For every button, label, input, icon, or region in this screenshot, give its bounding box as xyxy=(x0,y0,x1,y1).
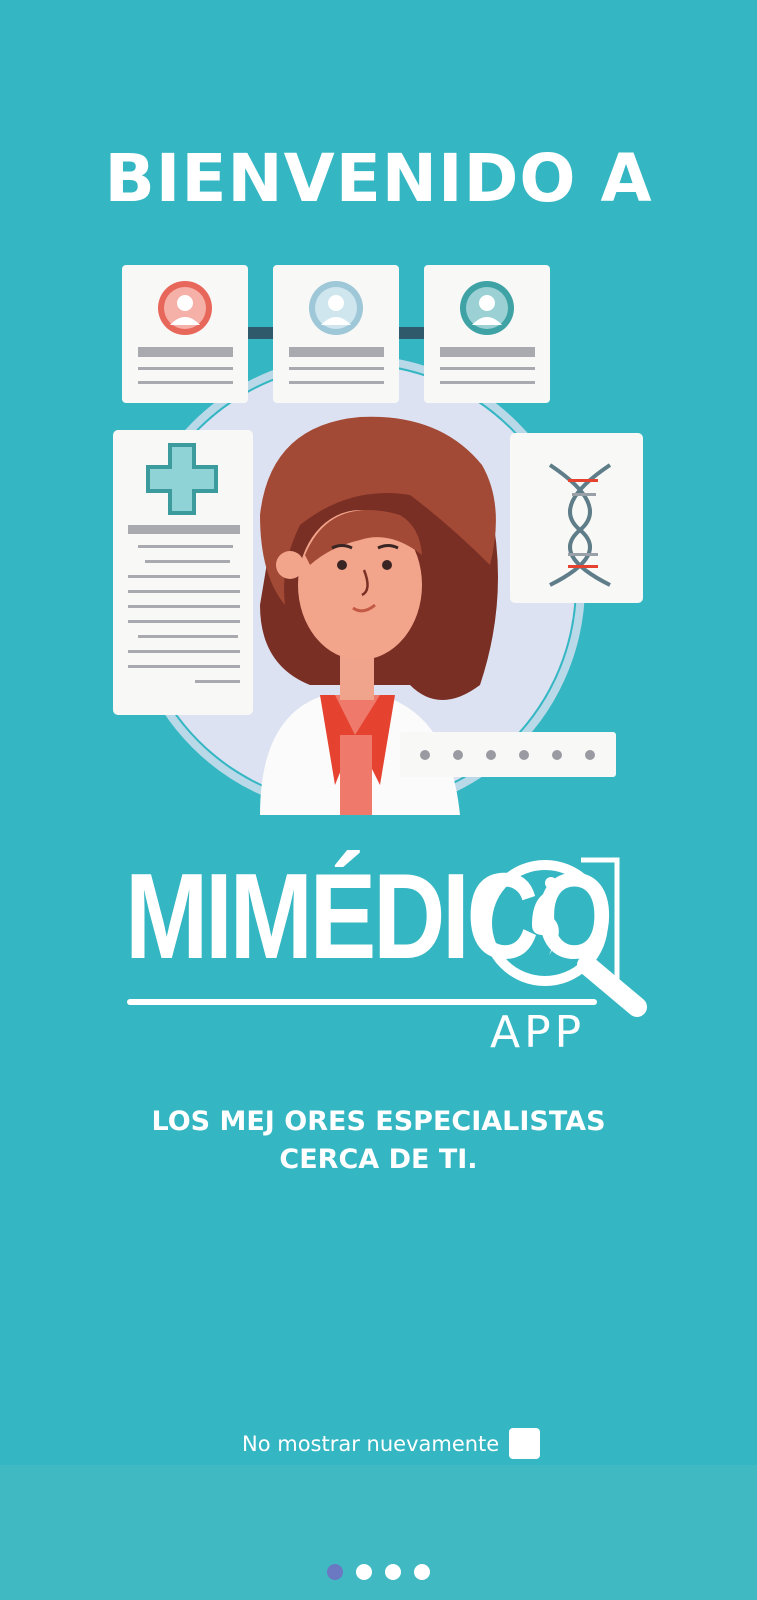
dont-show-again-checkbox[interactable] xyxy=(509,1428,541,1459)
page-dot-1[interactable] xyxy=(327,1564,343,1580)
doctor-illustration xyxy=(113,265,643,815)
app-logo: MIMÉDICO APP xyxy=(125,855,647,1065)
page-dot-4[interactable] xyxy=(414,1564,430,1580)
dna-icon xyxy=(510,433,643,603)
magnifier-icon xyxy=(482,857,647,1017)
tagline-line-1: LOS MEJ ORES ESPECIALISTAS xyxy=(151,1106,606,1137)
logo-app-suffix: APP xyxy=(490,1007,586,1058)
page-dot-3[interactable] xyxy=(385,1564,401,1580)
page-indicator xyxy=(0,1564,757,1580)
profile-card-icon xyxy=(273,265,399,403)
dont-show-again-label: No mostrar nuevamente xyxy=(242,1431,500,1456)
tagline: LOS MEJ ORES ESPECIALISTAS CERCA DE TI. xyxy=(0,1103,757,1179)
tagline-line-2: CERCA DE TI. xyxy=(279,1144,478,1175)
profile-card-icon xyxy=(424,265,550,403)
profile-card-icon xyxy=(122,265,248,403)
dont-show-again[interactable]: No mostrar nuevamente xyxy=(242,1428,541,1459)
welcome-title: BIENVENIDO A xyxy=(104,140,653,217)
password-field-icon xyxy=(400,732,616,777)
page-dot-2[interactable] xyxy=(356,1564,372,1580)
medical-cross-icon xyxy=(113,430,253,715)
